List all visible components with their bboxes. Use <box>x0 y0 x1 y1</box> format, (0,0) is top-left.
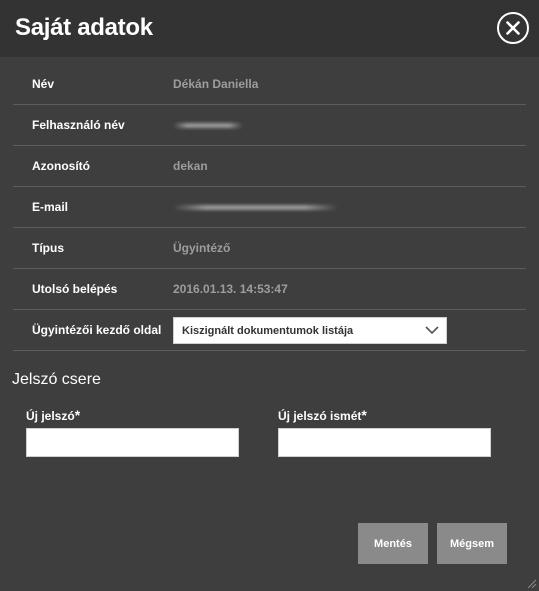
field-row-email: E-mail <box>13 187 526 228</box>
new-password-input[interactable] <box>26 428 239 457</box>
required-mark: * <box>361 407 367 423</box>
field-value: Ügyintéző <box>173 241 231 255</box>
resize-grip-icon[interactable] <box>525 577 537 589</box>
start-page-select[interactable]: Kiszignált dokumentumok listája <box>173 317 447 344</box>
field-value: Dékán Daniella <box>173 77 259 91</box>
field-row-type: Típus Ügyintéző <box>13 228 526 269</box>
field-label: Azonosító <box>32 159 90 173</box>
cancel-button[interactable]: Mégsem <box>437 523 507 564</box>
field-row-identifier: Azonosító dekan <box>13 146 526 187</box>
field-row-start-page: Ügyintézői kezdő oldal Kiszignált dokume… <box>13 310 526 351</box>
save-button[interactable]: Mentés <box>358 523 428 564</box>
field-value: dekan <box>173 159 208 173</box>
field-label: Felhasználó név <box>32 118 125 132</box>
field-label: Utolsó belépés <box>32 282 118 296</box>
close-button[interactable] <box>497 12 529 44</box>
field-value: 2016.01.13. 14:53:47 <box>173 282 288 296</box>
required-mark: * <box>74 407 81 423</box>
own-data-dialog: Saját adatok Név Dékán Daniella Felhaszn… <box>0 0 539 591</box>
new-password-label: Új jelszó* <box>26 407 81 423</box>
field-row-last-login: Utolsó belépés 2016.01.13. 14:53:47 <box>13 269 526 310</box>
field-label: Ügyintézői kezdő oldal <box>32 323 162 337</box>
repeat-password-label: Új jelszó ismét* <box>278 407 367 423</box>
field-row-username: Felhasználó név <box>13 105 526 146</box>
chevron-down-icon <box>425 326 439 335</box>
redacted-value <box>173 205 338 210</box>
repeat-password-input[interactable] <box>278 428 491 457</box>
field-label: Típus <box>32 241 64 255</box>
dialog-title: Saját adatok <box>15 14 153 41</box>
close-icon <box>506 21 520 35</box>
field-label: E-mail <box>32 200 69 214</box>
field-row-name: Név Dékán Daniella <box>13 64 526 105</box>
password-change-heading: Jelszó csere <box>12 371 101 388</box>
start-page-selected-value: Kiszignált dokumentumok listája <box>182 325 354 337</box>
dialog-titlebar: Saját adatok <box>0 0 539 57</box>
field-label: Név <box>32 77 55 91</box>
redacted-value <box>173 123 243 128</box>
